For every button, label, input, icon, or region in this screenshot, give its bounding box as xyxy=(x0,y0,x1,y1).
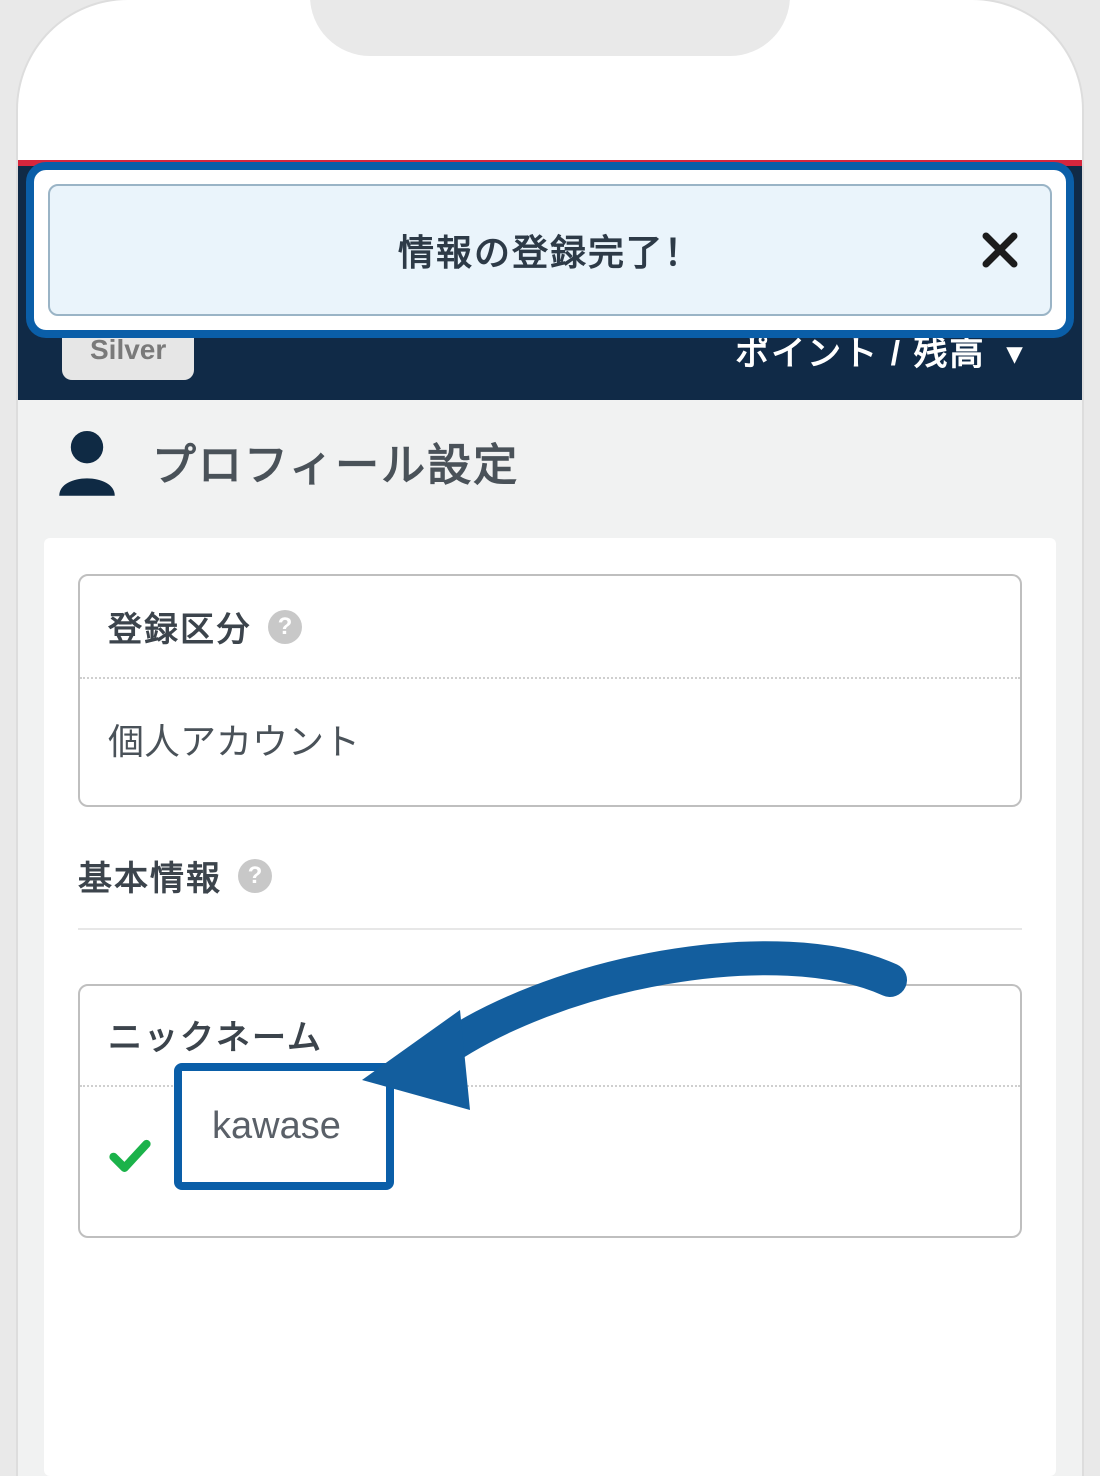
nickname-value-highlight: kawase xyxy=(174,1063,394,1190)
nickname-value: kawase xyxy=(212,1105,341,1147)
basic-info-label: 基本情報 xyxy=(78,851,222,900)
nickname-panel: ニックネーム kawase xyxy=(78,984,1022,1238)
toast-close-button[interactable] xyxy=(972,222,1028,278)
help-icon[interactable]: ? xyxy=(268,610,302,644)
registration-type-panel: 登録区分 ? 個人アカウント xyxy=(78,574,1022,807)
membership-tier-text: Silver xyxy=(90,334,166,365)
check-icon xyxy=(108,1133,152,1177)
registration-type-label: 登録区分 xyxy=(108,602,252,651)
nickname-body: kawase xyxy=(80,1087,1020,1236)
toast-banner-inner: 情報の登録完了！ xyxy=(48,184,1052,316)
phone-notch xyxy=(310,0,790,56)
close-icon xyxy=(980,230,1020,270)
points-balance-text: ポイント / 残高 xyxy=(735,335,985,373)
basic-info-heading: 基本情報 ? xyxy=(78,851,1022,930)
app-screen: Silver ポイント / 残高 ▾ 情報の登録完了！ xyxy=(18,160,1082,1476)
page-title: プロフィール設定 xyxy=(152,429,519,493)
registration-type-value: 個人アカウント xyxy=(80,679,1020,805)
user-icon xyxy=(50,424,124,498)
nickname-label: ニックネーム xyxy=(108,1019,323,1057)
toast-banner: 情報の登録完了！ xyxy=(26,162,1074,338)
settings-card: 登録区分 ? 個人アカウント 基本情報 ? ニックネーム xyxy=(44,538,1056,1476)
registration-type-header: 登録区分 ? xyxy=(80,576,1020,679)
phone-frame: Silver ポイント / 残高 ▾ 情報の登録完了！ xyxy=(18,0,1082,1476)
help-icon[interactable]: ? xyxy=(238,859,272,893)
chevron-down-icon: ▾ xyxy=(1007,336,1024,371)
page-title-row: プロフィール設定 xyxy=(50,424,519,498)
toast-message: 情報の登録完了！ xyxy=(398,224,702,276)
